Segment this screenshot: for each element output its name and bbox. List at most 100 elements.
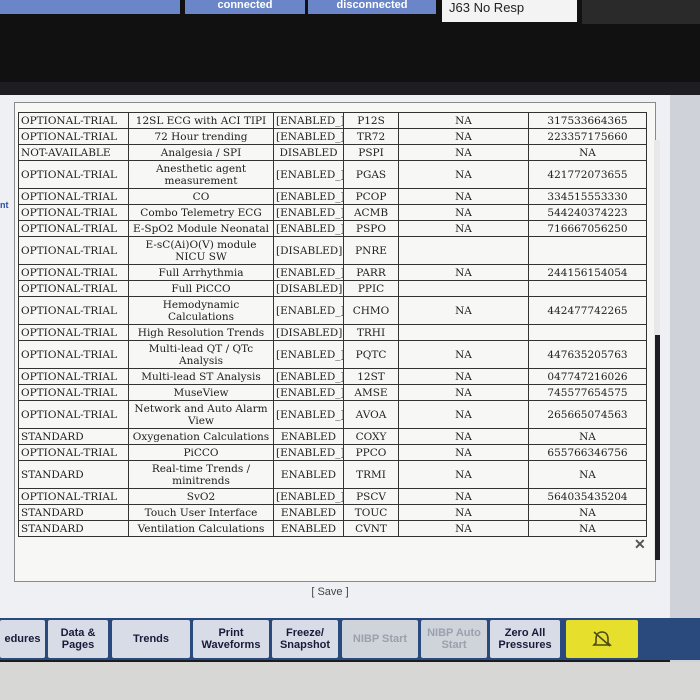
state-cell: [ENABLED_] [273,296,344,325]
table-row: STANDARD Ventilation Calculations ENABLED C… [18,520,647,537]
zero-all-pressures-key[interactable]: Zero All Pressures [490,620,560,658]
table-row: OPTIONAL-TRIAL MuseView [ENABLED_] AMSE NA 74… [18,384,647,401]
status-cell: OPTIONAL-TRIAL [18,128,129,145]
code-cell: PPCO [343,444,399,461]
state-cell: [DISABLED] [273,324,344,341]
print-waveforms-key[interactable]: Print Waveforms [193,620,269,658]
table-row: OPTIONAL-TRIAL Full PiCCO [DISABLED] PPIC [18,280,647,297]
table-row: STANDARD Touch User Interface ENABLED TOUC N… [18,504,647,521]
count-cell: NA [398,144,529,161]
table-row: NOT-AVAILABLE Analgesia / SPI DISABLED PSPI… [18,144,647,161]
table-row: OPTIONAL-TRIAL CO [ENABLED_] PCOP NA 33451555… [18,188,647,205]
key-cell: 265665074563 [528,400,647,429]
procedures-key[interactable]: edures [0,620,45,658]
table-row: OPTIONAL-TRIAL Anesthetic agent measureme… [18,160,647,189]
table-row: OPTIONAL-TRIAL Multi-lead QT / QTc Analys… [18,340,647,369]
table-row: OPTIONAL-TRIAL Full Arrhythmia [ENABLED_] P… [18,264,647,281]
code-cell: PGAS [343,160,399,189]
option-cell: Full PiCCO [128,280,274,297]
close-icon[interactable]: ✕ [634,536,646,553]
table-row: OPTIONAL-TRIAL SvO2 [ENABLED_] PSCV NA 564035… [18,488,647,505]
scrollbar-thumb[interactable] [655,335,660,560]
key-cell [528,280,647,297]
status-cell: OPTIONAL-TRIAL [18,188,129,205]
state-cell: [ENABLED_] [273,368,344,385]
save-button[interactable]: [ Save ] [290,586,370,598]
top-tab-disconnected[interactable]: disconnected [308,0,436,14]
code-cell: TR72 [343,128,399,145]
code-cell: PNRE [343,236,399,265]
option-cell: CO [128,188,274,205]
code-cell: ACMB [343,204,399,221]
status-cell: OPTIONAL-TRIAL [18,324,129,341]
option-cell: MuseView [128,384,274,401]
table-row: OPTIONAL-TRIAL Network and Auto Alarm Vie… [18,400,647,429]
table-row: OPTIONAL-TRIAL 72 Hour trending [ENABLED_]… [18,128,647,145]
table-row: OPTIONAL-TRIAL 12SL ECG with ACI TIPI [ENA… [18,112,647,129]
code-cell: CVNT [343,520,399,537]
count-cell [398,280,529,297]
table-row: OPTIONAL-TRIAL High Resolution Trends [DIS… [18,324,647,341]
key-cell: 745577654575 [528,384,647,401]
option-cell: Combo Telemetry ECG [128,204,274,221]
option-cell: Anesthetic agent measurement [128,160,274,189]
status-cell: STANDARD [18,460,129,489]
key-cell: 716667056250 [528,220,647,237]
code-cell: PPIC [343,280,399,297]
status-cell: STANDARD [18,504,129,521]
status-cell: OPTIONAL-TRIAL [18,280,129,297]
data-pages-key[interactable]: Data & Pages [48,620,108,658]
state-cell: ENABLED [273,504,344,521]
status-cell: OPTIONAL-TRIAL [18,264,129,281]
state-cell: [DISABLED] [273,280,344,297]
trends-key[interactable]: Trends [112,620,190,658]
option-cell: Hemodynamic Calculations [128,296,274,325]
option-cell: PiCCO [128,444,274,461]
nibp-auto-start-key[interactable]: NIBP Auto Start [421,620,487,658]
code-cell: TRMI [343,460,399,489]
count-cell: NA [398,444,529,461]
table-row: OPTIONAL-TRIAL E-SpO2 Module Neonatal [ENA… [18,220,647,237]
count-cell: NA [398,520,529,537]
key-cell: NA [528,460,647,489]
key-cell: NA [528,520,647,537]
table-row: STANDARD Real-time Trends / minitrends ENA… [18,460,647,489]
status-cell: OPTIONAL-TRIAL [18,296,129,325]
count-cell: NA [398,488,529,505]
status-cell: OPTIONAL-TRIAL [18,488,129,505]
state-cell: [ENABLED_] [273,400,344,429]
screen-edge [670,95,700,665]
state-cell: [ENABLED_] [273,188,344,205]
status-cell: OPTIONAL-TRIAL [18,160,129,189]
code-cell: AVOA [343,400,399,429]
table-row: OPTIONAL-TRIAL Combo Telemetry ECG [ENABLE… [18,204,647,221]
freeze-snapshot-key[interactable]: Freeze/ Snapshot [272,620,338,658]
nibp-start-key[interactable]: NIBP Start [342,620,418,658]
option-cell: High Resolution Trends [128,324,274,341]
alarm-silence-key[interactable] [566,620,638,658]
count-cell: NA [398,188,529,205]
code-cell: PCOP [343,188,399,205]
side-label: nt [0,200,9,210]
state-cell: [DISABLED] [273,236,344,265]
code-cell: AMSE [343,384,399,401]
code-cell: PARR [343,264,399,281]
top-status-bar: connected disconnected J63 No Resp [0,0,700,82]
option-cell: SvO2 [128,488,274,505]
status-message: J63 No Resp [442,0,577,22]
top-tab-connected[interactable]: connected [185,0,305,14]
count-cell: NA [398,428,529,445]
option-cell: 72 Hour trending [128,128,274,145]
state-cell: DISABLED [273,144,344,161]
alarm-silence-icon [592,631,612,647]
code-cell: TRHI [343,324,399,341]
key-cell [528,324,647,341]
key-cell: NA [528,504,647,521]
status-cell: OPTIONAL-TRIAL [18,220,129,237]
state-cell: [ENABLED_] [273,340,344,369]
state-cell: [ENABLED_] [273,204,344,221]
count-cell: NA [398,340,529,369]
top-tab-1[interactable] [0,0,180,14]
option-cell: 12SL ECG with ACI TIPI [128,112,274,129]
key-cell: NA [528,428,647,445]
